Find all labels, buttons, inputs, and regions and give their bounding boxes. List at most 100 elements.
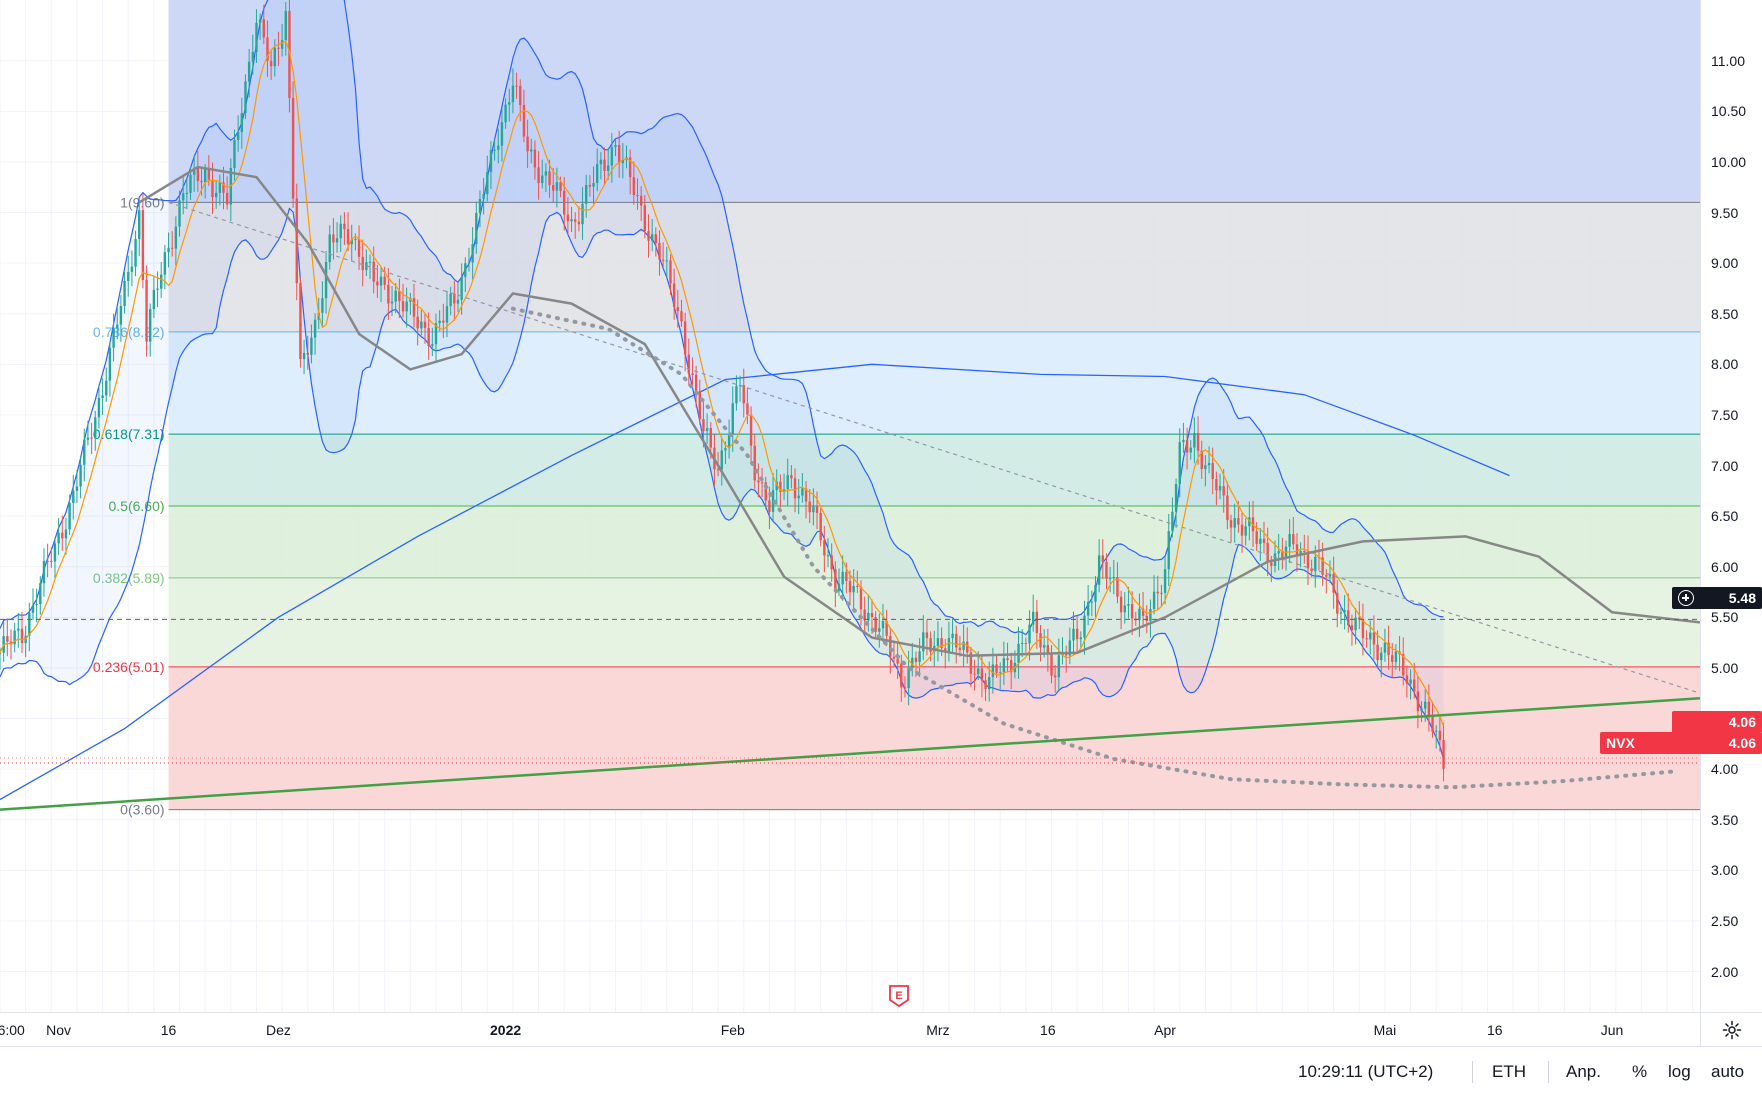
candle-body: [665, 260, 669, 262]
candle-body: [1237, 518, 1240, 525]
candle-body: [1185, 439, 1189, 453]
candle-body: [0, 652, 2, 654]
candle-body: [1262, 538, 1266, 543]
candle-body: [1127, 604, 1130, 606]
candle-body: [1292, 533, 1295, 545]
candle-body: [1365, 638, 1368, 640]
adjust-toggle[interactable]: Anp.: [1566, 1062, 1601, 1082]
time-tick-label: Jun: [1600, 1022, 1624, 1038]
candle-body: [427, 328, 430, 347]
candle-body: [464, 263, 467, 277]
candle-body: [595, 164, 599, 184]
candle-body: [1347, 610, 1350, 626]
candle-body: [984, 680, 987, 690]
candle-body: [174, 226, 178, 249]
candle-body: [390, 301, 394, 304]
candle-body: [519, 85, 522, 105]
candle-body: [1204, 465, 1207, 470]
candle-body: [269, 60, 273, 67]
candle-body: [1178, 442, 1181, 485]
candle-body: [75, 486, 79, 491]
candle-body: [639, 195, 643, 206]
candle-body: [467, 262, 471, 264]
candle-body: [218, 182, 222, 193]
candle-body: [951, 633, 954, 639]
candle-body: [1405, 675, 1409, 684]
log-toggle[interactable]: log: [1668, 1062, 1691, 1082]
candle-body: [896, 658, 899, 664]
candle-body: [497, 145, 500, 150]
candle-body: [698, 390, 701, 420]
time-axis[interactable]: 06:00 Nov 16 Dez 2022 Feb Mrz 16 Apr Mai 16 Jun: [0, 1012, 1700, 1047]
candle-body: [1105, 561, 1108, 579]
candle-body: [203, 169, 207, 183]
candle-body: [112, 328, 115, 348]
candle-body: [247, 61, 251, 82]
candle-body: [859, 587, 863, 610]
candle-body: [1097, 555, 1101, 585]
candle-body: [526, 136, 529, 152]
earnings-event-icon[interactable]: E: [888, 984, 910, 1008]
candle-body: [508, 102, 511, 105]
candle-body: [716, 469, 720, 471]
candle-body: [559, 182, 562, 191]
candle-body: [57, 532, 60, 544]
candle-body: [683, 321, 687, 355]
session-toggle[interactable]: ETH: [1492, 1062, 1526, 1082]
candle-body: [321, 298, 324, 313]
candle-body: [636, 194, 639, 196]
candle-body: [46, 560, 49, 562]
candle-body: [105, 380, 108, 396]
candle-body: [379, 276, 383, 286]
candle-body: [812, 505, 815, 513]
chart-settings-button[interactable]: [1700, 1012, 1762, 1047]
candle-body: [1259, 538, 1262, 544]
candle-body: [185, 192, 189, 194]
candle-body: [1255, 531, 1258, 544]
time-tick-label: Apr: [1154, 1022, 1176, 1038]
candle-body: [233, 139, 236, 169]
candle-body: [1350, 625, 1354, 631]
candle-body: [189, 174, 192, 193]
candle-body: [6, 636, 9, 642]
candle-body: [848, 580, 852, 593]
candle-body: [1119, 596, 1123, 613]
candle-body: [1101, 555, 1105, 562]
price-chart[interactable]: 1(9.60)0.786(8.32)0.618(7.31)0.5(6.60)0.…: [0, 0, 1700, 1012]
candle-body: [405, 301, 408, 312]
candle-body: [1072, 628, 1075, 641]
price-tick-label: 10.50: [1711, 103, 1747, 120]
candle-body: [20, 628, 24, 644]
candle-body: [823, 540, 826, 556]
candle-body: [530, 149, 533, 152]
candle-body: [1182, 439, 1185, 443]
candle-body: [903, 687, 907, 689]
clock-time[interactable]: 10:29:11 (UTC+2): [1298, 1062, 1433, 1082]
add-plus-icon[interactable]: [1678, 590, 1694, 606]
time-tick-label: Dez: [265, 1022, 291, 1038]
percent-toggle[interactable]: %: [1632, 1062, 1647, 1082]
candle-body: [947, 638, 951, 652]
candle-body: [313, 319, 317, 338]
candle-body: [680, 311, 683, 322]
auto-toggle[interactable]: auto: [1711, 1062, 1744, 1082]
price-axis[interactable]: 2.002.503.003.504.004.505.005.506.006.50…: [1700, 0, 1762, 1012]
candle-body: [606, 165, 610, 171]
candle-body: [592, 183, 595, 187]
divider: [1472, 1061, 1473, 1083]
candle-body: [672, 283, 676, 307]
candle-body: [581, 203, 584, 225]
candle-body: [907, 667, 910, 689]
candle-body: [1006, 658, 1009, 661]
candle-body: [1039, 633, 1042, 648]
chart-plot-area[interactable]: 1(9.60) 0.786(8.32) 0.618(7.31) 0.5(6.60) 0.…: [0, 0, 1700, 1012]
candle-body: [39, 583, 42, 605]
candle-body: [1391, 655, 1394, 662]
candle-body: [892, 656, 896, 659]
price-tick-label: 8.50: [1711, 305, 1739, 322]
crosshair-price-badge[interactable]: 5.48: [1672, 587, 1762, 609]
candle-body: [603, 159, 606, 171]
candle-body: [570, 219, 573, 222]
candle-body: [1343, 610, 1346, 613]
candle-body: [354, 239, 357, 241]
